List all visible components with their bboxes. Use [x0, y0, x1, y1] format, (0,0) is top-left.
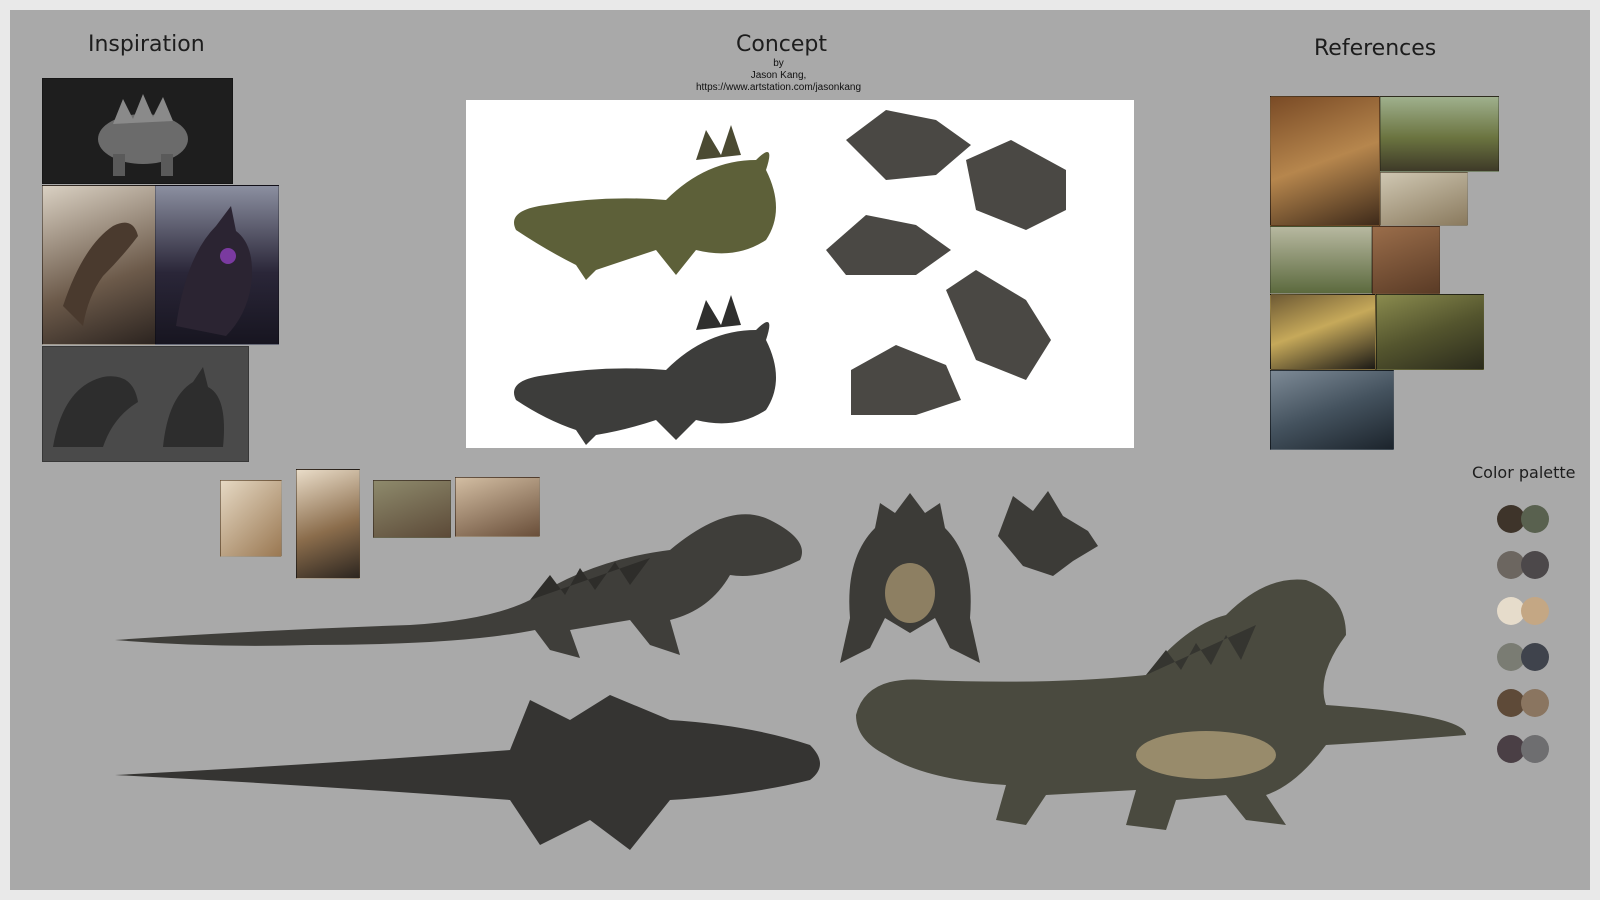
heading-concept: Concept — [736, 32, 827, 57]
concept-credit: by Jason Kang, https://www.artstation.co… — [600, 58, 957, 94]
swatch — [1521, 551, 1549, 579]
concept-sheet — [466, 100, 1134, 448]
reference-pangolin — [1270, 226, 1372, 294]
concept-creature-green — [514, 125, 776, 280]
reference-claw — [1372, 226, 1440, 294]
concept-head-study — [846, 110, 971, 180]
creature-top-view — [115, 695, 820, 850]
inspiration-image-dark-dragon — [155, 185, 279, 345]
heading-color-palette: Color palette — [1472, 463, 1576, 482]
swatch — [1521, 505, 1549, 533]
reference-scales-gold — [1270, 294, 1376, 370]
concept-creature-grey — [514, 295, 776, 445]
creature-side-view — [115, 514, 802, 658]
creature-three-quarter-view — [856, 579, 1466, 830]
concept-head-study — [966, 140, 1066, 230]
swatch — [1521, 597, 1549, 625]
credit-url: https://www.artstation.com/jasonkang — [695, 82, 862, 93]
heading-inspiration: Inspiration — [88, 32, 205, 57]
reference-lizard-orange — [1270, 96, 1380, 226]
concept-head-study — [851, 345, 961, 415]
reference-lizard-field — [1380, 96, 1499, 172]
reference-armadillo — [1380, 172, 1468, 226]
heading-references: References — [1314, 36, 1437, 61]
credit-by: by — [773, 58, 784, 69]
credit-artist: Jason Kang, — [750, 70, 807, 81]
inspiration-image-dragon-painting — [42, 185, 156, 345]
inspiration-image-zbrush — [42, 346, 249, 462]
inspiration-image-sculpt — [42, 78, 233, 184]
swatch — [1521, 735, 1549, 763]
concept-head-study — [826, 215, 951, 275]
swatch — [1521, 643, 1549, 671]
swatch — [1521, 689, 1549, 717]
reference-scales-green — [1376, 294, 1484, 370]
reference-croc-skin — [1270, 370, 1394, 450]
concept-head-study — [946, 270, 1051, 380]
